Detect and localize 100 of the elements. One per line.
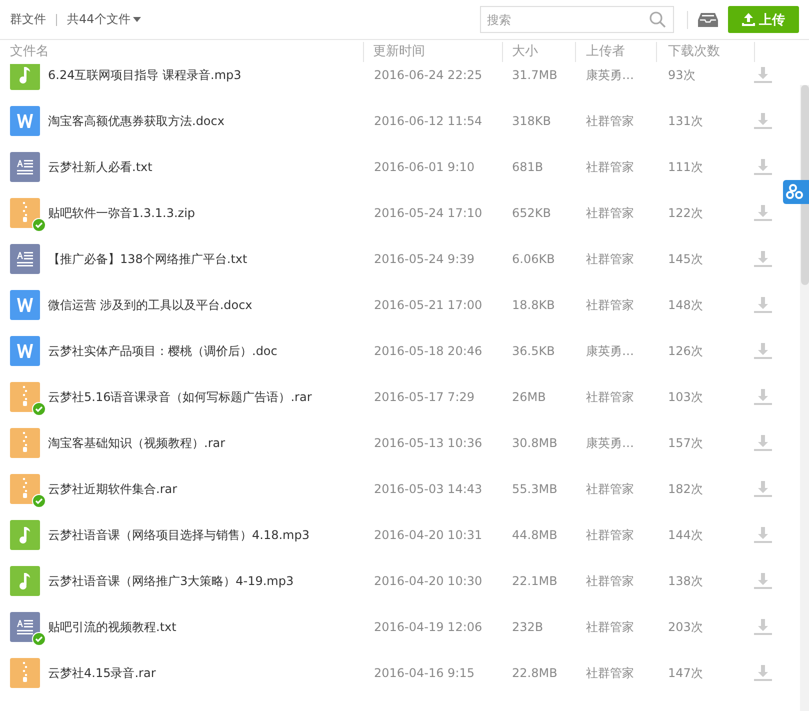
download-button[interactable] — [754, 526, 772, 544]
download-icon — [754, 618, 772, 636]
download-count: 103次 — [667, 388, 704, 406]
uploader-name: 社群管家 — [585, 250, 635, 268]
download-icon — [754, 158, 772, 176]
download-icon — [754, 342, 772, 360]
download-icon — [754, 66, 772, 84]
download-button[interactable] — [754, 572, 772, 590]
search-field[interactable]: 搜索 — [480, 6, 674, 33]
uploader-name: 康英勇… — [585, 342, 635, 360]
share-icon — [786, 184, 806, 200]
file-size: 22.1MB — [511, 574, 558, 588]
file-name[interactable]: 云梦社语音课（网络项目选择与销售）4.18.mp3 — [48, 526, 310, 544]
file-size: 232B — [511, 620, 544, 634]
download-button[interactable] — [754, 66, 772, 84]
download-count: 145次 — [667, 250, 704, 268]
file-size: 652KB — [511, 206, 552, 220]
uploader-name: 康英勇… — [585, 434, 635, 452]
check-badge-icon — [32, 402, 46, 416]
file-name[interactable]: 6.24互联网项目指导 课程录音.mp3 — [48, 66, 242, 84]
uploader-name: 社群管家 — [585, 388, 635, 406]
download-button[interactable] — [754, 664, 772, 682]
download-icon — [754, 572, 772, 590]
update-time: 2016-06-01 9:10 — [373, 160, 476, 174]
update-time: 2016-06-12 11:54 — [373, 114, 484, 128]
update-time: 2016-05-13 10:36 — [373, 436, 484, 450]
file-size: 6.06KB — [511, 252, 556, 266]
file-name[interactable]: 云梦社近期软件集合.rar — [48, 480, 178, 498]
file-size: 318KB — [511, 114, 552, 128]
word-file-icon — [10, 106, 40, 136]
file-name[interactable]: 淘宝客高额优惠券获取方法.docx — [48, 112, 224, 130]
audio-file-icon — [10, 520, 40, 550]
file-name[interactable]: 贴吧软件一弥音1.3.1.3.zip — [48, 204, 196, 222]
download-icon — [754, 388, 772, 406]
file-name[interactable]: 云梦社5.16语音课录音（如何写标题广告语）.rar — [48, 388, 312, 406]
file-size: 36.5KB — [511, 344, 556, 358]
update-time: 2016-05-03 14:43 — [373, 482, 484, 496]
download-count: 147次 — [667, 664, 704, 682]
archive-file-icon — [10, 474, 40, 504]
download-icon — [754, 434, 772, 452]
uploader-name: 社群管家 — [585, 618, 635, 636]
update-time: 2016-05-24 9:39 — [373, 252, 476, 266]
file-name[interactable]: 云梦社语音课（网络推广3大策略）4-19.mp3 — [48, 572, 294, 590]
audio-file-icon — [10, 566, 40, 596]
download-button[interactable] — [754, 618, 772, 636]
download-icon — [754, 250, 772, 268]
file-name[interactable]: 贴吧引流的视频教程.txt — [48, 618, 176, 636]
download-count: 93次 — [667, 66, 696, 84]
update-time: 2016-04-20 10:30 — [373, 574, 484, 588]
download-count: 144次 — [667, 526, 704, 544]
update-time: 2016-06-24 22:25 — [373, 68, 484, 82]
search-icon[interactable] — [649, 11, 666, 28]
uploader-name: 社群管家 — [585, 204, 635, 222]
archive-file-icon — [10, 658, 40, 688]
download-icon — [754, 526, 772, 544]
file-name[interactable]: 【推广必备】138个网络推广平台.txt — [48, 250, 248, 268]
download-button[interactable] — [754, 204, 772, 222]
word-file-icon — [10, 336, 40, 366]
download-button[interactable] — [754, 112, 772, 130]
download-count: 182次 — [667, 480, 704, 498]
file-name[interactable]: 淘宝客基础知识（视频教程）.rar — [48, 434, 226, 452]
audio-file-icon — [10, 64, 40, 90]
uploader-name: 康英勇… — [585, 66, 635, 84]
update-time: 2016-04-20 10:31 — [373, 528, 484, 542]
file-count-dropdown[interactable]: 共44个文件 — [67, 11, 142, 28]
download-button[interactable] — [754, 342, 772, 360]
text-file-icon — [10, 152, 40, 182]
uploader-name: 社群管家 — [585, 480, 635, 498]
file-name[interactable]: 云梦社实体产品项目：樱桃（调价后）.doc — [48, 342, 278, 360]
check-badge-icon — [32, 632, 46, 646]
update-time: 2016-05-18 20:46 — [373, 344, 484, 358]
download-icon — [754, 664, 772, 682]
file-name[interactable]: 云梦社新人必看.txt — [48, 158, 152, 176]
download-button[interactable] — [754, 296, 772, 314]
download-button[interactable] — [754, 250, 772, 268]
download-button[interactable] — [754, 158, 772, 176]
download-button[interactable] — [754, 434, 772, 452]
update-time: 2016-04-16 9:15 — [373, 666, 476, 680]
file-name[interactable]: 微信运营 涉及到的工具以及平台.docx — [48, 296, 252, 314]
download-icon — [754, 112, 772, 130]
uploader-name: 社群管家 — [585, 158, 635, 176]
update-time: 2016-05-21 17:00 — [373, 298, 484, 312]
download-count: 138次 — [667, 572, 704, 590]
archive-file-icon — [10, 428, 40, 458]
download-button[interactable] — [754, 388, 772, 406]
download-button[interactable] — [754, 480, 772, 498]
file-name[interactable]: 云梦社4.15录音.rar — [48, 664, 156, 682]
download-icon — [754, 296, 772, 314]
share-button[interactable] — [783, 180, 809, 204]
tray-icon[interactable] — [698, 12, 718, 28]
archive-file-icon — [10, 198, 40, 228]
uploader-name: 社群管家 — [585, 664, 635, 682]
check-badge-icon — [32, 494, 46, 508]
text-file-icon — [10, 612, 40, 642]
download-icon — [754, 480, 772, 498]
file-size: 30.8MB — [511, 436, 558, 450]
uploader-name: 社群管家 — [585, 112, 635, 130]
update-time: 2016-05-24 17:10 — [373, 206, 484, 220]
update-time: 2016-05-17 7:29 — [373, 390, 476, 404]
download-count: 148次 — [667, 296, 704, 314]
